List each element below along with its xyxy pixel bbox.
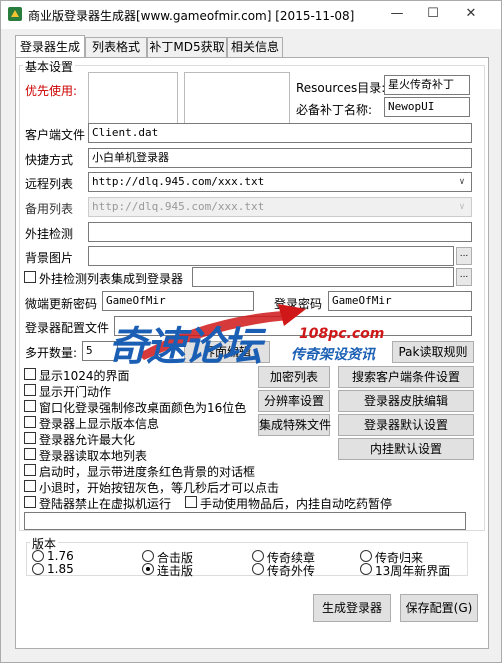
version-radio-label: 13周年新界面	[375, 564, 451, 578]
skin-edit-button[interactable]: 登录器皮肤编辑	[338, 390, 474, 412]
option-label: 启动时，显示带进度条红色背景的对话框	[39, 465, 256, 479]
client-file-input[interactable]: Client.dat	[88, 123, 472, 143]
remote-list-combo[interactable]: http://dlq.945.com/xxx.txt ∨	[88, 172, 472, 192]
integrate-cheat-list-checkbox[interactable]	[24, 271, 36, 283]
required-patch-input[interactable]: NewopUI	[384, 97, 470, 117]
option-checkbox-16bit[interactable]	[24, 400, 36, 412]
generate-button[interactable]: 生成登录器	[313, 594, 391, 622]
watermark-domain: 108pc.com	[299, 326, 385, 342]
login-pwd-input[interactable]: GameOfMir	[328, 291, 472, 311]
tab-about[interactable]: 相关信息	[227, 37, 283, 57]
tab-panel: 基本设置 优先使用: Resources目录: 星火传奇补丁 必备补丁名称: N…	[15, 57, 489, 649]
required-patch-label: 必备补丁名称:	[296, 103, 373, 117]
backup-list-combo[interactable]: http://dlq.945.com/xxx.txt ∨	[88, 197, 472, 217]
watermark-tagline: 传奇架设资讯	[291, 347, 375, 363]
bg-image-input[interactable]	[88, 246, 454, 266]
resources-label: Resources目录:	[296, 81, 386, 95]
priority-slot-1[interactable]	[88, 72, 178, 124]
priority-label: 优先使用:	[25, 84, 78, 98]
option-checkbox-local-list[interactable]	[24, 448, 36, 460]
option-label: 登录器读取本地列表	[39, 449, 148, 463]
version-radio-label: 传奇外传	[267, 564, 316, 578]
shortcut-label: 快捷方式	[25, 153, 74, 167]
backup-list-value: http://dlq.945.com/xxx.txt	[92, 200, 265, 213]
tab-list-format[interactable]: 列表格式	[85, 37, 147, 57]
option-label: 登录器上显示版本信息	[39, 417, 160, 431]
option-checkbox-1024[interactable]	[24, 368, 36, 380]
option-checkbox-maximize[interactable]	[24, 432, 36, 444]
search-client-button[interactable]: 搜索客户端条件设置	[338, 366, 474, 388]
version-radio[interactable]	[142, 550, 154, 562]
priority-slot-2[interactable]	[184, 72, 290, 124]
chevron-down-icon[interactable]: ∨	[455, 199, 469, 215]
launcher-default-button[interactable]: 登录器默认设置	[338, 414, 474, 436]
option-label: 登录器允许最大化	[39, 433, 136, 447]
version-radio[interactable]	[252, 563, 264, 575]
shortcut-input[interactable]: 小白单机登录器	[88, 148, 472, 168]
app-icon	[8, 7, 22, 21]
version-radio[interactable]	[32, 563, 44, 575]
wechat-update-pwd-label: 微端更新密码	[25, 297, 98, 311]
window-title: 商业版登录器生成器[www.gameofmir.com] [2015-11-08…	[28, 9, 355, 23]
option-label: 手动使用物品后，内挂自动吃药暂停	[200, 497, 393, 511]
resources-input[interactable]: 星火传奇补丁	[384, 75, 470, 95]
minimize-button[interactable]: —	[379, 3, 415, 25]
close-button[interactable]: ✕	[453, 3, 489, 25]
version-radio[interactable]	[360, 550, 372, 562]
multi-open-label: 多开数量:	[25, 346, 78, 360]
status-input[interactable]	[24, 512, 466, 530]
watermark-logo: 奇速论坛	[108, 324, 262, 370]
integrate-cheat-list-label: 外挂检测列表集成到登录器	[39, 272, 184, 286]
option-label: 登陆器禁止在虚拟机运行	[39, 497, 172, 511]
integrate-cheat-browse-button[interactable]: ...	[456, 268, 472, 286]
basic-settings-title: 基本设置	[23, 58, 76, 75]
plugin-default-button[interactable]: 内挂默认设置	[338, 438, 474, 460]
tab-generator[interactable]: 登录器生成	[15, 35, 85, 57]
version-radio-label: 1.85	[47, 562, 74, 576]
cheat-detect-label: 外挂检测	[25, 227, 74, 241]
cheat-detect-input[interactable]	[88, 222, 472, 242]
special-files-button[interactable]: 集成特殊文件	[258, 414, 331, 436]
remote-list-value: http://dlq.945.com/xxx.txt	[92, 175, 265, 188]
integrate-cheat-list-input[interactable]	[192, 267, 454, 287]
option-label: 显示开门动作	[39, 385, 112, 399]
version-radio[interactable]	[360, 563, 372, 575]
config-file-label: 登录器配置文件	[25, 321, 110, 335]
option-checkbox-version-info[interactable]	[24, 416, 36, 428]
resolution-button[interactable]: 分辨率设置	[258, 390, 330, 412]
option-label: 小退时，开始按钮灰色，等几秒后才可以点击	[39, 481, 280, 495]
option-checkbox-progress-dialog[interactable]	[24, 464, 36, 476]
version-radio[interactable]	[252, 550, 264, 562]
version-radio-label: 1.76	[47, 549, 74, 563]
backup-list-label: 备用列表	[25, 202, 74, 216]
client-file-label: 客户端文件	[25, 128, 86, 142]
option-checkbox-grey-start[interactable]	[24, 480, 36, 492]
version-radio-label: 连击版	[157, 564, 194, 578]
encrypt-list-button[interactable]: 加密列表	[258, 366, 330, 388]
option-label: 窗口化登录强制修改桌面颜色为16位色	[39, 401, 247, 415]
bg-image-label: 背景图片	[25, 251, 74, 265]
tab-patch-md5[interactable]: 补丁MD5获取	[147, 37, 227, 57]
version-radio-selected[interactable]	[142, 563, 154, 575]
option-checkbox-no-vm[interactable]	[24, 496, 36, 508]
chevron-down-icon[interactable]: ∨	[455, 174, 469, 190]
save-config-button[interactable]: 保存配置(G)	[400, 594, 478, 622]
pak-rule-button[interactable]: Pak读取规则	[392, 341, 474, 363]
title-bar: 商业版登录器生成器[www.gameofmir.com] [2015-11-08…	[1, 1, 501, 29]
option-checkbox-auto-potion[interactable]	[185, 496, 197, 508]
option-checkbox-door[interactable]	[24, 384, 36, 396]
bg-image-browse-button[interactable]: ...	[456, 247, 472, 265]
maximize-button[interactable]: ☐	[415, 3, 451, 25]
app-window: 商业版登录器生成器[www.gameofmir.com] [2015-11-08…	[0, 0, 502, 663]
remote-list-label: 远程列表	[25, 177, 74, 191]
version-radio[interactable]	[32, 550, 44, 562]
